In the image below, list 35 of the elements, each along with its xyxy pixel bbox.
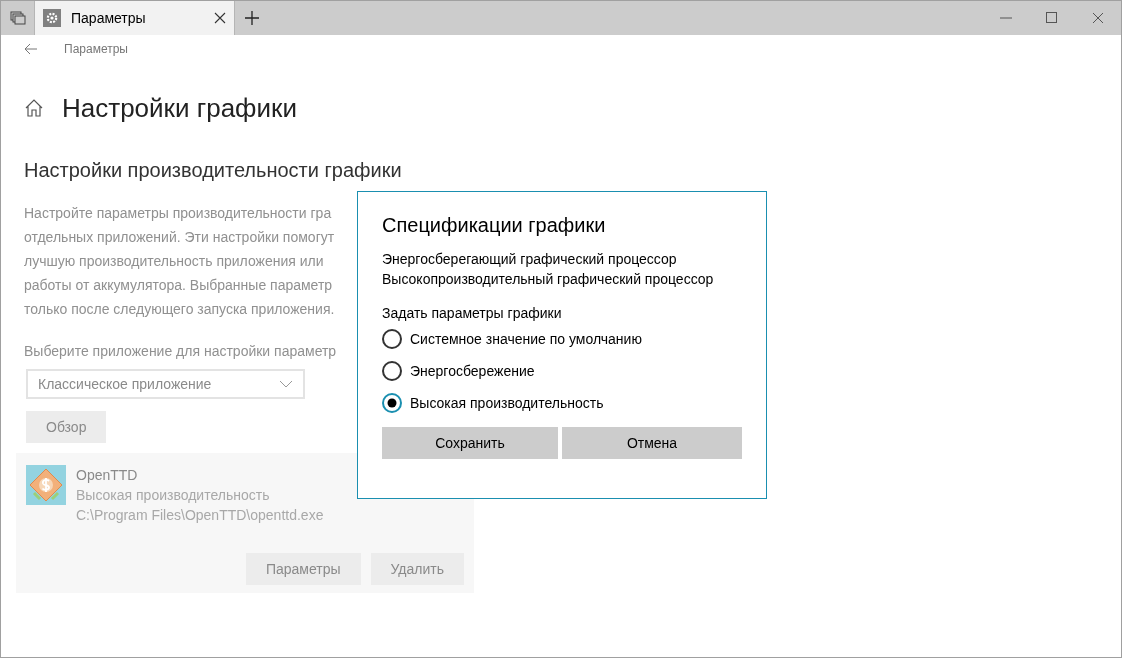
- radio-button[interactable]: [382, 393, 402, 413]
- section-heading: Настройки производительности графики: [24, 159, 403, 183]
- cancel-button[interactable]: Отмена: [562, 427, 742, 459]
- browser-tab[interactable]: Параметры: [35, 1, 235, 35]
- close-icon[interactable]: [214, 12, 226, 24]
- chevron-down-icon: [279, 380, 293, 388]
- prompt-text: Задать параметры графики: [382, 304, 562, 323]
- app-preference: Высокая производительность: [76, 486, 270, 505]
- radio-label[interactable]: Высокая производительность: [410, 393, 604, 413]
- description-line: только после следующего запуска приложения.: [24, 300, 335, 319]
- description-line: отдельных приложений. Эти настройки помогут: [24, 228, 335, 247]
- gpu-name: Энергосберегающий графический процессор: [382, 250, 677, 269]
- breadcrumb: Параметры: [64, 42, 128, 56]
- description-line: работы от аккумулятора. Выбранные параметр: [24, 276, 333, 295]
- gpu-name: Высокопроизводительный графический процессор: [382, 270, 714, 289]
- description-line: лучшую производительность приложения или: [24, 252, 324, 271]
- back-arrow-icon[interactable]: [24, 43, 38, 55]
- app-type-dropdown[interactable]: Классическое приложение: [26, 369, 305, 399]
- description-line: Настройте параметры производительности гра: [24, 204, 332, 223]
- radio-label[interactable]: Системное значение по умолчанию: [410, 329, 642, 349]
- app-path: C:\Program Files\OpenTTD\openttd.exe: [76, 506, 324, 525]
- app-icon: [26, 465, 66, 505]
- dialog-title: Спецификации графики: [382, 214, 606, 237]
- field-label: Выберите приложение для настройки параметр: [24, 342, 337, 361]
- save-button[interactable]: Сохранить: [382, 427, 558, 459]
- radio-button[interactable]: [382, 329, 402, 349]
- radio-button[interactable]: [382, 361, 402, 381]
- gear-icon: [43, 9, 61, 27]
- app-name: OpenTTD: [76, 466, 138, 485]
- radio-label[interactable]: Энергосбережение: [410, 361, 535, 381]
- home-icon[interactable]: [24, 98, 44, 118]
- new-tab-icon[interactable]: [245, 11, 259, 25]
- tab-switcher-icon[interactable]: [9, 11, 26, 25]
- page-title: Настройки графики: [62, 92, 297, 124]
- maximize-icon[interactable]: [1046, 12, 1058, 24]
